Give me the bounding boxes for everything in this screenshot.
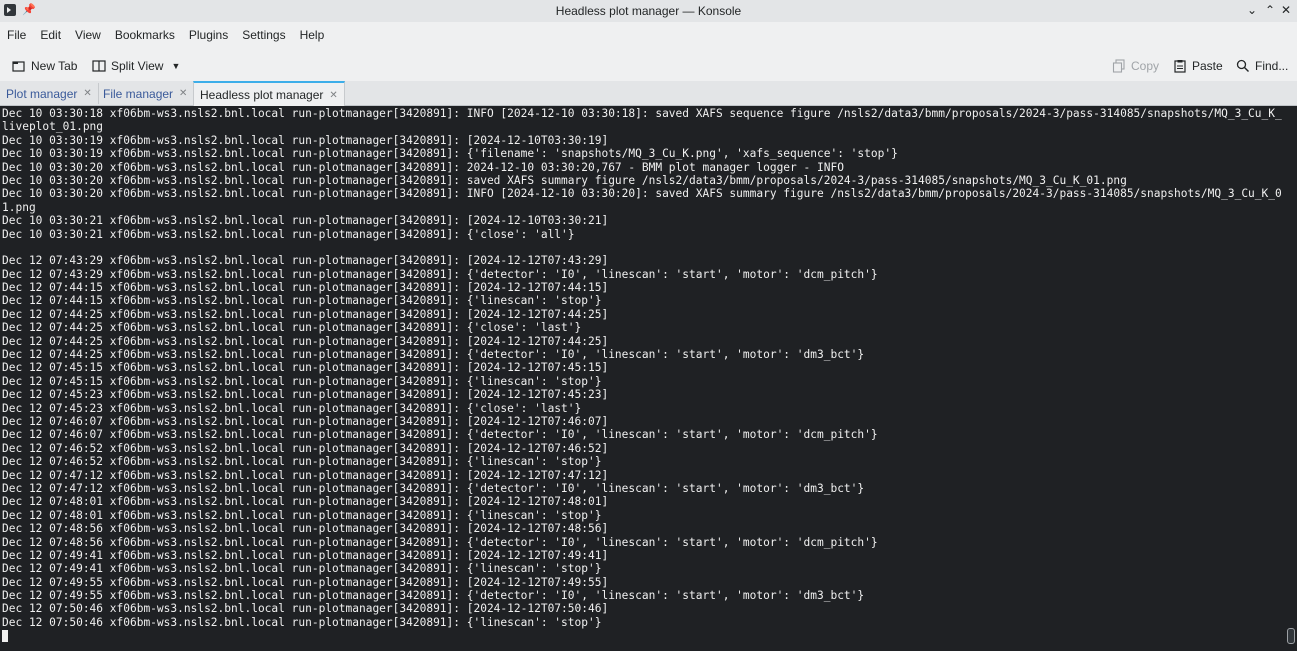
copy-icon xyxy=(1112,59,1125,73)
menu-bar: File Edit View Bookmarks Plugins Setting… xyxy=(0,24,331,46)
terminal-line: Dec 10 03:30:21 xf06bm-ws3.nsls2.bnl.loc… xyxy=(2,227,575,241)
terminal-line: Dec 12 07:44:15 xf06bm-ws3.nsls2.bnl.loc… xyxy=(2,281,609,295)
menu-settings[interactable]: Settings xyxy=(235,24,292,46)
terminal-line: Dec 12 07:45:23 xf06bm-ws3.nsls2.bnl.loc… xyxy=(2,388,609,402)
menu-bookmarks[interactable]: Bookmarks xyxy=(108,24,182,46)
chevron-down-icon[interactable]: ▼ xyxy=(171,61,180,71)
terminal-line: liveplot_01.png xyxy=(2,120,104,134)
close-tab-icon[interactable]: ✕ xyxy=(179,88,187,99)
terminal-line: Dec 12 07:46:52 xf06bm-ws3.nsls2.bnl.loc… xyxy=(2,455,602,469)
minimize-icon[interactable]: ⌄ xyxy=(1244,2,1260,18)
tab-bar: Plot manager ✕ File manager ✕ Headless p… xyxy=(0,81,1297,107)
terminal-line: Dec 12 07:47:12 xf06bm-ws3.nsls2.bnl.loc… xyxy=(2,481,865,495)
terminal-line: Dec 12 07:46:52 xf06bm-ws3.nsls2.bnl.loc… xyxy=(2,441,609,455)
terminal-line: Dec 12 07:49:55 xf06bm-ws3.nsls2.bnl.loc… xyxy=(2,575,609,589)
terminal-line: Dec 12 07:44:15 xf06bm-ws3.nsls2.bnl.loc… xyxy=(2,294,602,308)
terminal-line: Dec 10 03:30:20 xf06bm-ws3.nsls2.bnl.loc… xyxy=(2,187,1282,201)
menu-view[interactable]: View xyxy=(68,24,108,46)
terminal-line: Dec 10 03:30:19 xf06bm-ws3.nsls2.bnl.loc… xyxy=(2,133,609,147)
terminal-line: Dec 12 07:43:29 xf06bm-ws3.nsls2.bnl.loc… xyxy=(2,267,878,281)
window-title: Headless plot manager — Konsole xyxy=(555,4,742,18)
terminal-line: Dec 12 07:46:07 xf06bm-ws3.nsls2.bnl.loc… xyxy=(2,428,878,442)
terminal-line: Dec 12 07:48:56 xf06bm-ws3.nsls2.bnl.loc… xyxy=(2,535,878,549)
toolbar: New Tab Split View ▼ Copy Paste Find... xyxy=(0,52,1297,78)
new-tab-button[interactable]: New Tab xyxy=(12,57,77,75)
split-view-button[interactable]: Split View ▼ xyxy=(92,57,180,75)
close-icon[interactable]: ✕ xyxy=(1278,2,1294,18)
terminal-line: Dec 10 03:30:20 xf06bm-ws3.nsls2.bnl.loc… xyxy=(2,160,844,174)
terminal-line: Dec 12 07:49:41 xf06bm-ws3.nsls2.bnl.loc… xyxy=(2,562,602,576)
split-view-icon xyxy=(92,60,106,72)
find-button[interactable]: Find... xyxy=(1236,57,1288,75)
tab-file-manager[interactable]: File manager ✕ xyxy=(97,83,195,104)
tab-plot-manager[interactable]: Plot manager ✕ xyxy=(0,83,99,104)
tab-label: File manager xyxy=(103,86,174,101)
terminal-line: Dec 12 07:44:25 xf06bm-ws3.nsls2.bnl.loc… xyxy=(2,307,609,321)
terminal-line: Dec 12 07:45:23 xf06bm-ws3.nsls2.bnl.loc… xyxy=(2,401,582,415)
terminal-line: Dec 10 03:30:18 xf06bm-ws3.nsls2.bnl.loc… xyxy=(2,107,1282,120)
terminal-line: Dec 12 07:50:46 xf06bm-ws3.nsls2.bnl.loc… xyxy=(2,615,602,629)
terminal-line: Dec 12 07:44:25 xf06bm-ws3.nsls2.bnl.loc… xyxy=(2,334,609,348)
terminal-line: Dec 12 07:48:01 xf06bm-ws3.nsls2.bnl.loc… xyxy=(2,495,609,509)
terminal-line: 1.png xyxy=(2,200,36,214)
maximize-icon[interactable]: ⌃ xyxy=(1262,2,1278,18)
terminal-line: Dec 12 07:50:46 xf06bm-ws3.nsls2.bnl.loc… xyxy=(2,602,609,616)
close-tab-icon[interactable]: ✕ xyxy=(329,90,337,101)
close-tab-icon[interactable]: ✕ xyxy=(83,88,91,99)
find-label: Find... xyxy=(1255,59,1289,73)
terminal-line: Dec 12 07:43:29 xf06bm-ws3.nsls2.bnl.loc… xyxy=(2,254,609,268)
terminal-line: Dec 10 03:30:19 xf06bm-ws3.nsls2.bnl.loc… xyxy=(2,147,898,161)
terminal-line: Dec 12 07:48:56 xf06bm-ws3.nsls2.bnl.loc… xyxy=(2,522,609,536)
terminal-line: Dec 12 07:49:41 xf06bm-ws3.nsls2.bnl.loc… xyxy=(2,548,609,562)
menu-file[interactable]: File xyxy=(0,24,33,46)
search-icon xyxy=(1236,59,1249,72)
paste-button[interactable]: Paste xyxy=(1173,57,1223,75)
paste-label: Paste xyxy=(1192,59,1223,73)
paste-icon xyxy=(1174,60,1186,73)
terminal-line: Dec 12 07:44:25 xf06bm-ws3.nsls2.bnl.loc… xyxy=(2,321,582,335)
copy-label: Copy xyxy=(1131,59,1160,73)
tab-label: Plot manager xyxy=(6,86,78,101)
terminal-line: Dec 10 03:30:21 xf06bm-ws3.nsls2.bnl.loc… xyxy=(2,214,609,228)
copy-button[interactable]: Copy xyxy=(1112,57,1159,75)
text-cursor xyxy=(2,630,8,643)
terminal-line: Dec 12 07:44:25 xf06bm-ws3.nsls2.bnl.loc… xyxy=(2,348,865,362)
menu-plugins[interactable]: Plugins xyxy=(182,24,235,46)
terminal-line: Dec 12 07:47:12 xf06bm-ws3.nsls2.bnl.loc… xyxy=(2,468,609,482)
terminal-line: Dec 12 07:46:07 xf06bm-ws3.nsls2.bnl.loc… xyxy=(2,414,609,428)
title-bar: 📌 Headless plot manager — Konsole ⌄ ⌃ ✕ xyxy=(0,0,1297,22)
terminal-line: Dec 10 03:30:20 xf06bm-ws3.nsls2.bnl.loc… xyxy=(2,173,1127,187)
scrollbar-handle[interactable] xyxy=(1287,628,1295,644)
new-tab-icon xyxy=(12,61,25,72)
menu-edit[interactable]: Edit xyxy=(33,24,68,46)
tab-label: Headless plot manager xyxy=(200,88,324,102)
terminal-line: Dec 12 07:49:55 xf06bm-ws3.nsls2.bnl.loc… xyxy=(2,589,865,603)
split-view-label: Split View xyxy=(111,59,164,73)
prompt-line[interactable] xyxy=(2,629,1282,643)
terminal-line: Dec 12 07:48:01 xf06bm-ws3.nsls2.bnl.loc… xyxy=(2,508,602,522)
tab-headless-plot-manager[interactable]: Headless plot manager ✕ xyxy=(193,81,345,107)
terminal-output: Dec 10 03:30:18 xf06bm-ws3.nsls2.bnl.loc… xyxy=(2,107,1282,643)
new-tab-label: New Tab xyxy=(31,59,78,73)
terminal-line: Dec 12 07:45:15 xf06bm-ws3.nsls2.bnl.loc… xyxy=(2,374,602,388)
terminal-line: Dec 12 07:45:15 xf06bm-ws3.nsls2.bnl.loc… xyxy=(2,361,609,375)
terminal-view[interactable]: Dec 10 03:30:18 xf06bm-ws3.nsls2.bnl.loc… xyxy=(0,106,1297,651)
menu-help[interactable]: Help xyxy=(293,24,332,46)
